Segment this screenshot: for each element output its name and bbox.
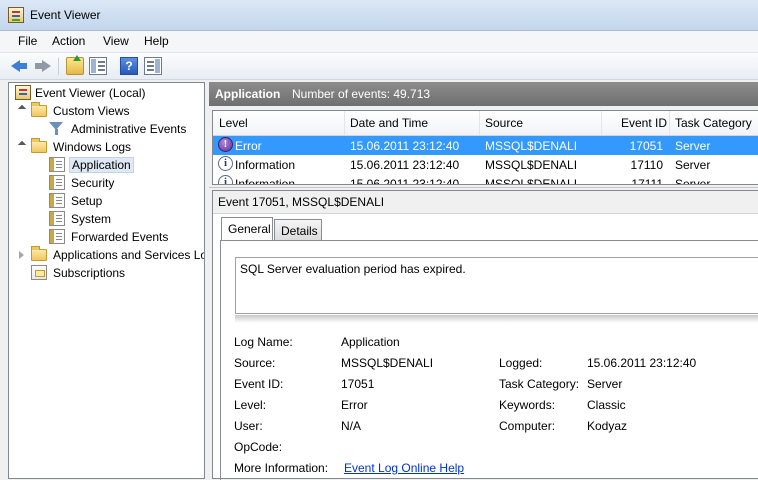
tab-general[interactable]: General — [221, 217, 273, 240]
event-detail-title-bar: Event 17051, MSSQL$DENALI — [213, 191, 758, 214]
up-folder-icon[interactable] — [66, 55, 84, 75]
log-header-name: Application — [215, 87, 281, 101]
log-header: Application Number of events: 49.713 — [209, 82, 758, 106]
description-scroll-shade — [235, 315, 758, 323]
label-logged: Logged: — [499, 356, 543, 370]
forward-arrow-icon[interactable] — [33, 57, 51, 75]
value-source: MSSQL$DENALI — [341, 356, 434, 370]
label-computer: Computer: — [499, 419, 556, 433]
toolbar: ? — [0, 53, 758, 80]
content-pane: Application Number of events: 49.713 Lev… — [209, 82, 758, 480]
folder-icon — [31, 246, 47, 261]
log-icon — [49, 193, 65, 208]
information-icon: i — [218, 156, 233, 171]
table-row[interactable]: i Information 15.06.2011 23:12:40 MSSQL$… — [213, 155, 758, 174]
value-computer: Kodyaz — [587, 419, 628, 433]
toolbar-separator — [58, 58, 59, 75]
filter-icon — [49, 121, 63, 136]
collapsed-arrow-icon[interactable] — [19, 251, 24, 259]
log-icon — [49, 175, 65, 190]
label-task-category: Task Category: — [499, 377, 580, 391]
event-viewer-app-icon — [8, 7, 24, 23]
event-description-box[interactable]: SQL Server evaluation period has expired… — [235, 257, 758, 314]
subscriptions-icon — [31, 265, 47, 280]
column-divider[interactable] — [669, 111, 670, 135]
menu-view[interactable]: View — [103, 34, 129, 48]
label-level: Level: — [234, 398, 267, 412]
menu-bar: File Action View Help — [0, 31, 758, 53]
event-detail-title: Event 17051, MSSQL$DENALI — [218, 195, 385, 209]
col-datetime[interactable]: Date and Time — [350, 116, 428, 130]
table-row[interactable]: ! Error 15.06.2011 23:12:40 MSSQL$DENALI… — [213, 136, 758, 155]
label-opcode: OpCode: — [234, 440, 283, 454]
label-log-name: Log Name: — [234, 335, 293, 349]
column-divider[interactable] — [479, 111, 480, 135]
value-user: N/A — [341, 419, 362, 433]
help-icon[interactable]: ? — [120, 57, 138, 75]
log-icon — [49, 211, 65, 226]
event-description: SQL Server evaluation period has expired… — [240, 262, 466, 276]
value-logged: 15.06.2011 23:12:40 — [587, 356, 697, 370]
folder-icon — [31, 138, 47, 153]
value-log-name: Application — [341, 335, 400, 349]
navigation-tree: Event Viewer (Local) Custom Views Admini… — [8, 82, 205, 479]
window-title: Event Viewer — [30, 8, 101, 22]
menu-help[interactable]: Help — [144, 34, 169, 48]
events-list: Level Date and Time Source Event ID Task… — [212, 110, 758, 185]
back-arrow-icon[interactable] — [11, 57, 29, 75]
menu-file[interactable]: File — [18, 34, 37, 48]
event-viewer-icon — [15, 85, 31, 100]
log-icon — [49, 157, 65, 172]
folder-icon — [31, 102, 47, 117]
column-divider[interactable] — [344, 111, 345, 135]
value-task-category: Server — [587, 377, 623, 391]
label-more-information: More Information: — [234, 461, 329, 475]
information-icon: i — [218, 175, 233, 184]
event-count: Number of events: 49.713 — [292, 87, 431, 101]
events-column-header: Level Date and Time Source Event ID Task… — [213, 111, 758, 136]
pane-splitter[interactable] — [209, 187, 758, 188]
show-hide-action-pane-icon[interactable] — [144, 57, 162, 75]
value-event-id: 17051 — [341, 377, 375, 391]
table-row[interactable]: i Information 15.06.2011 23:12:40 MSSQL$… — [213, 174, 758, 184]
expanded-arrow-icon[interactable] — [17, 104, 27, 114]
title-bar: Event Viewer — [0, 0, 758, 31]
tab-details[interactable]: Details — [274, 219, 322, 240]
col-event-id[interactable]: Event ID — [621, 116, 667, 130]
label-event-id: Event ID: — [234, 377, 284, 391]
show-hide-tree-icon[interactable] — [89, 57, 107, 75]
menu-action[interactable]: Action — [52, 34, 85, 48]
label-keywords: Keywords: — [499, 398, 556, 412]
event-log-online-help-link[interactable]: Event Log Online Help — [344, 461, 464, 475]
col-source[interactable]: Source — [485, 116, 523, 130]
value-keywords: Classic — [587, 398, 626, 412]
col-level[interactable]: Level — [219, 116, 248, 130]
label-user: User: — [234, 419, 263, 433]
event-detail-pane: Event 17051, MSSQL$DENALI General Detail… — [212, 190, 758, 480]
expanded-arrow-icon[interactable] — [17, 140, 27, 150]
value-level: Error — [341, 398, 368, 412]
col-task-category[interactable]: Task Category — [675, 116, 752, 130]
label-source: Source: — [234, 356, 276, 370]
column-divider[interactable] — [601, 111, 602, 135]
error-icon: ! — [218, 137, 233, 152]
log-icon — [49, 229, 65, 244]
